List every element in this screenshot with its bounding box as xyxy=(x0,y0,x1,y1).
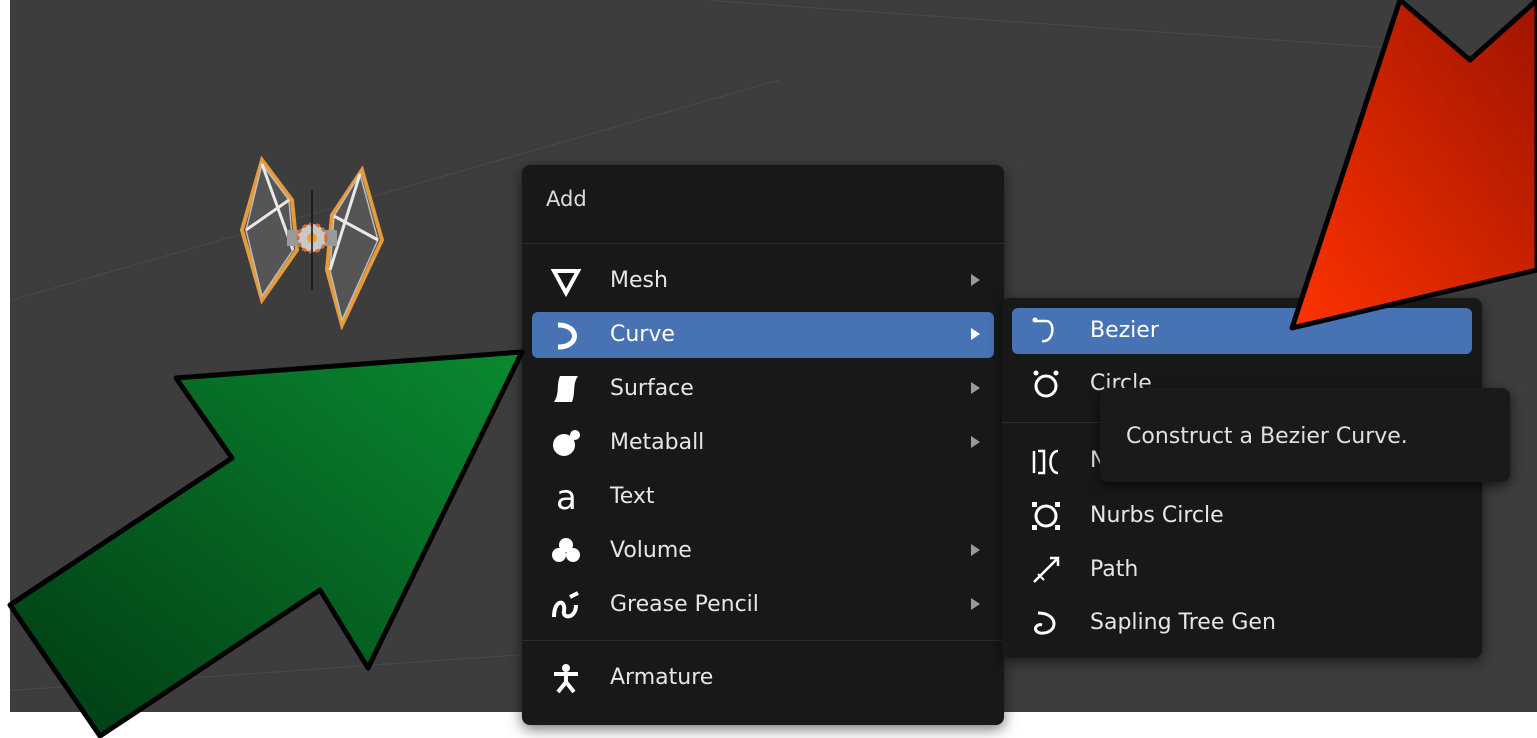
chevron-right-icon xyxy=(971,274,980,286)
grease-pencil-icon xyxy=(552,591,579,619)
chevron-right-icon xyxy=(971,328,980,340)
menu-item-grease-pencil[interactable]: Grease Pencil xyxy=(532,582,994,628)
menu-item-label: Armature xyxy=(610,665,714,690)
curve-icon xyxy=(557,322,577,350)
path-icon xyxy=(1033,556,1060,583)
chevron-right-icon xyxy=(971,598,980,610)
grid-line xyxy=(10,648,609,691)
menu-item-label: Volume xyxy=(610,538,692,563)
menu-item-label: Mesh xyxy=(610,268,668,293)
menu-item-metaball[interactable]: Metaball xyxy=(532,420,994,466)
menu-item-label: Bezier xyxy=(1090,318,1159,343)
menu-item-curve[interactable]: Curve xyxy=(532,312,994,358)
menu-title: Add xyxy=(546,187,587,211)
text-icon: a xyxy=(556,481,577,513)
menu-item-volume[interactable]: Volume xyxy=(532,528,994,574)
svg-text:a: a xyxy=(556,481,577,513)
chevron-right-icon xyxy=(971,382,980,394)
mesh-icon xyxy=(550,269,582,297)
tooltip: Construct a Bezier Curve. xyxy=(1100,388,1510,482)
chevron-right-icon xyxy=(971,436,980,448)
menu-item-label: Text xyxy=(610,484,655,509)
bezier-icon xyxy=(1032,317,1054,343)
menu-item-text[interactable]: a Text xyxy=(532,474,994,520)
grid-line xyxy=(709,0,1537,64)
metaball-icon xyxy=(553,430,580,456)
armature-icon xyxy=(554,664,578,694)
chevron-right-icon xyxy=(971,544,980,556)
menu-separator xyxy=(522,243,1004,244)
menu-item-surface[interactable]: Surface xyxy=(532,366,994,412)
menu-item-label: Metaball xyxy=(610,430,705,455)
menu-item-label: Nurbs Circle xyxy=(1090,503,1224,528)
surface-icon xyxy=(554,376,578,402)
menu-item-label: Sapling Tree Gen xyxy=(1090,610,1276,635)
menu-item-nurbs-circle[interactable]: Nurbs Circle xyxy=(1012,493,1472,539)
circle-curve-icon xyxy=(1033,370,1059,398)
menu-item-mesh[interactable]: Mesh xyxy=(532,258,994,304)
menu-separator xyxy=(522,640,1004,641)
menu-item-sapling-tree-gen[interactable]: Sapling Tree Gen xyxy=(1012,600,1472,646)
add-menu: Add Mesh Curve Surface Metaball a Text V… xyxy=(522,165,1004,725)
volume-icon xyxy=(552,538,580,562)
menu-item-armature[interactable]: Armature xyxy=(532,655,994,701)
tooltip-text: Construct a Bezier Curve. xyxy=(1126,424,1408,449)
menu-item-label: Curve xyxy=(610,322,675,347)
sapling-icon xyxy=(1034,611,1056,635)
menu-item-label: Surface xyxy=(610,376,694,401)
menu-item-label: Grease Pencil xyxy=(610,592,759,617)
menu-item-bezier[interactable]: Bezier xyxy=(1012,308,1472,354)
nurbs-circle-icon xyxy=(1032,502,1060,530)
menu-item-path[interactable]: Path xyxy=(1012,547,1472,593)
menu-item-label: Path xyxy=(1090,557,1139,582)
tie-fighter-object[interactable] xyxy=(232,150,392,330)
nurbs-curve-icon xyxy=(1032,449,1059,475)
